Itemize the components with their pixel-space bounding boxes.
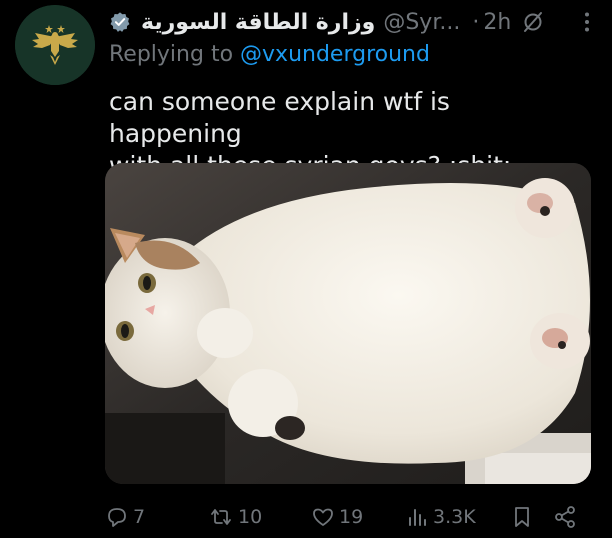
share-button[interactable]: [553, 500, 577, 534]
cat-photo: [105, 163, 591, 484]
reply-icon: [108, 508, 126, 527]
share-icon: [555, 506, 575, 528]
heart-icon: [313, 508, 333, 526]
eagle-emblem-icon: [15, 5, 95, 85]
display-name[interactable]: وزارة الطاقة السورية: [141, 10, 375, 35]
replying-to-mention[interactable]: @vxunderground: [240, 42, 430, 67]
tweet[interactable]: وزارة الطاقة السورية @Syr... · 2h Replyi…: [0, 0, 612, 538]
reply-button[interactable]: 7: [105, 500, 145, 534]
repost-icon: [211, 509, 231, 525]
replying-to: Replying to @vxunderground: [109, 42, 430, 67]
tweet-header: وزارة الطاقة السورية @Syr... · 2h: [109, 4, 599, 40]
user-handle[interactable]: @Syr...: [383, 10, 460, 35]
repost-button[interactable]: 10: [208, 500, 262, 534]
tweet-actions: 7 10 19 3.3K: [105, 500, 585, 534]
separator-dot: ·: [472, 9, 480, 35]
like-button[interactable]: 19: [311, 500, 363, 534]
timestamp[interactable]: 2h: [483, 10, 511, 35]
muted-grok-icon[interactable]: [521, 10, 545, 34]
views-count: 3.3K: [433, 506, 476, 528]
views-chart-icon: [409, 509, 426, 526]
reply-count: 7: [133, 506, 146, 528]
avatar[interactable]: [15, 5, 95, 85]
repost-count: 10: [238, 506, 263, 528]
replying-to-label: Replying to: [109, 42, 241, 67]
like-count: 19: [339, 506, 364, 528]
verified-badge-icon: [110, 12, 130, 32]
bookmark-button[interactable]: [510, 500, 534, 534]
tweet-text-line-1: can someone explain wtf is happening: [109, 87, 450, 148]
more-options-icon[interactable]: [575, 10, 599, 34]
tweet-media-image[interactable]: [105, 163, 591, 484]
bookmark-icon: [515, 507, 529, 527]
views-button[interactable]: 3.3K: [405, 500, 476, 534]
